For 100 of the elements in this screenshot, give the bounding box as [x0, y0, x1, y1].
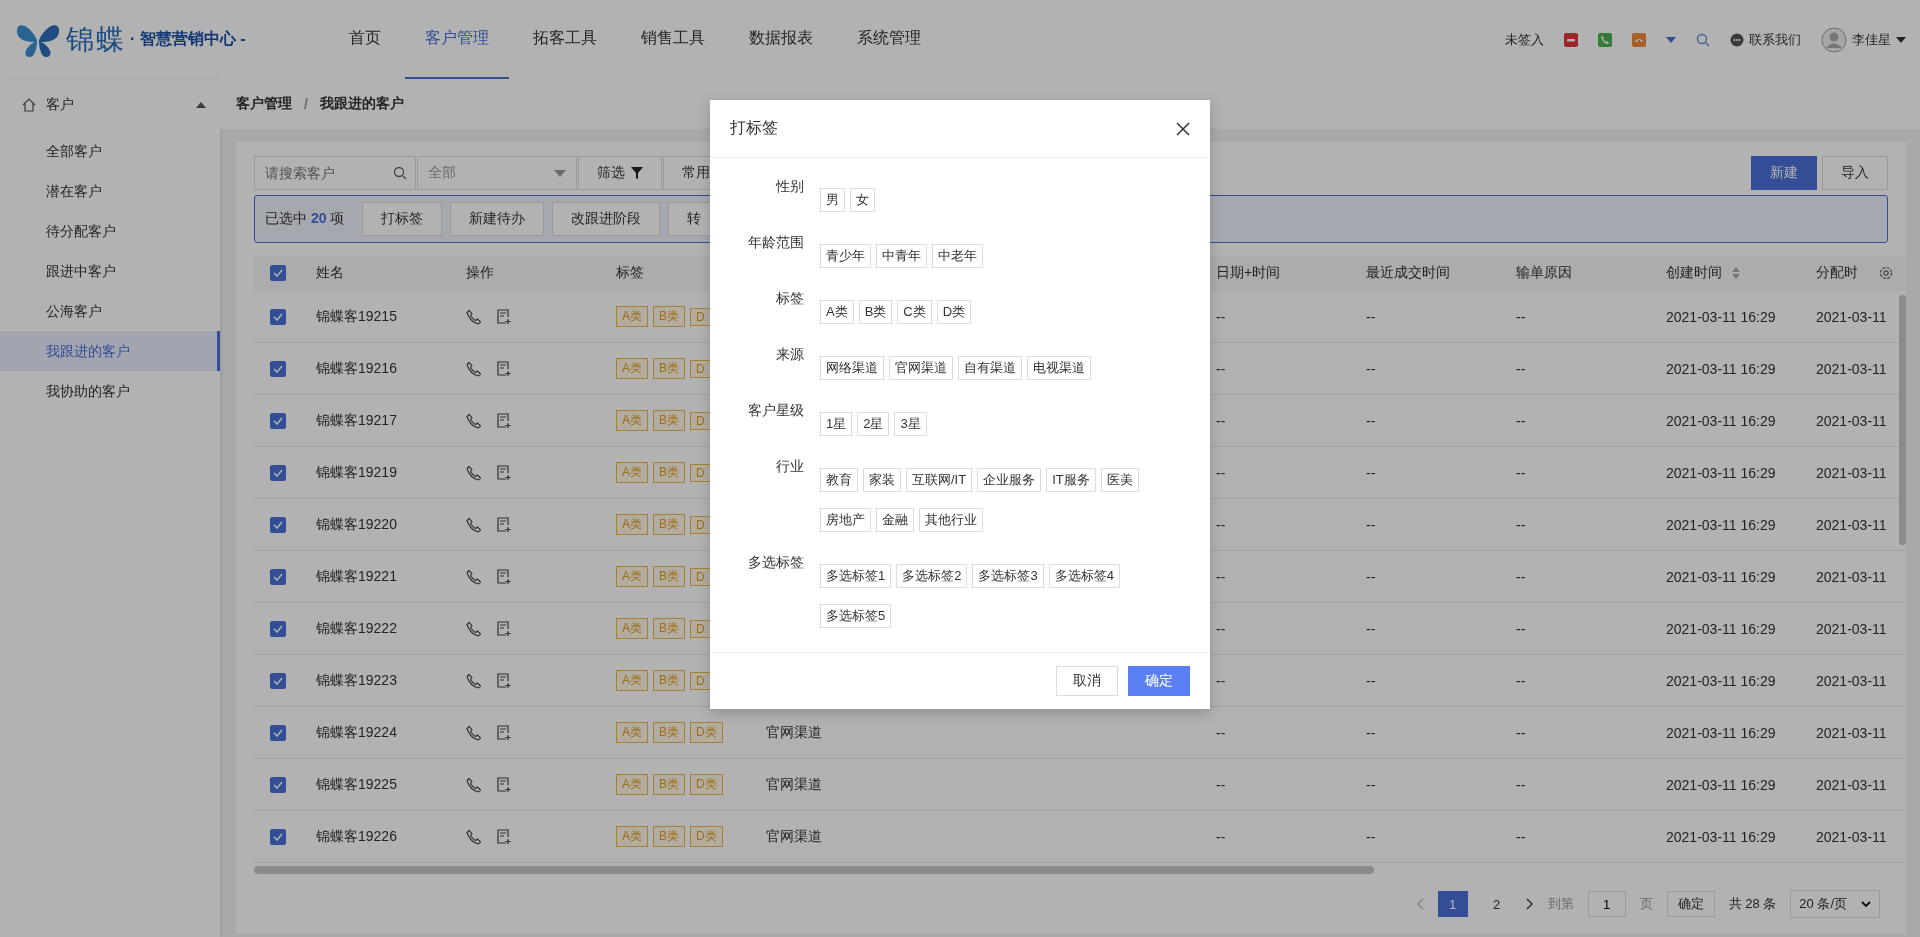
- settings-icon[interactable]: [1878, 265, 1894, 281]
- checkbox[interactable]: [270, 412, 286, 429]
- sidebar-group[interactable]: 客户: [0, 79, 220, 131]
- tag-option[interactable]: C类: [897, 300, 932, 324]
- nav-tab[interactable]: 系统管理: [837, 0, 941, 79]
- add-note-icon[interactable]: [496, 464, 512, 481]
- checkbox[interactable]: [270, 360, 286, 377]
- phone-icon[interactable]: [466, 464, 482, 481]
- tag-option[interactable]: 企业服务: [977, 468, 1042, 492]
- add-note-icon[interactable]: [496, 724, 512, 741]
- scrollbar[interactable]: [254, 866, 1374, 874]
- hang-up-icon[interactable]: [1564, 32, 1578, 47]
- customer-name[interactable]: 锦蝶客19215: [316, 307, 397, 326]
- phone-icon[interactable]: [466, 776, 482, 793]
- tag-option[interactable]: 自有渠道: [958, 356, 1022, 380]
- sidebar-item[interactable]: 我协助的客户: [0, 371, 220, 411]
- tag-option[interactable]: 1星: [820, 412, 853, 436]
- tag-option[interactable]: 中青年: [876, 244, 927, 268]
- cancel-button[interactable]: 取消: [1056, 666, 1118, 696]
- nav-tab[interactable]: 数据报表: [729, 0, 833, 79]
- checkbox[interactable]: [270, 776, 286, 793]
- tag-option[interactable]: IT服务: [1046, 468, 1096, 492]
- add-note-icon[interactable]: [496, 828, 512, 845]
- add-note-icon[interactable]: [496, 672, 512, 689]
- page-input[interactable]: 1: [1587, 891, 1626, 917]
- customer-name[interactable]: 锦蝶客19226: [316, 827, 397, 846]
- action-button[interactable]: 新建: [1751, 156, 1817, 190]
- page-button[interactable]: 1: [1437, 891, 1468, 917]
- nav-tab[interactable]: 销售工具: [621, 0, 725, 79]
- checkbox[interactable]: [270, 672, 286, 689]
- phone-icon[interactable]: [466, 620, 482, 637]
- batch-button[interactable]: 改跟进阶段: [552, 202, 661, 236]
- tag-option[interactable]: A类: [820, 300, 854, 324]
- search-icon[interactable]: [393, 166, 407, 180]
- search-icon[interactable]: [1696, 32, 1710, 47]
- add-note-icon[interactable]: [496, 516, 512, 533]
- customer-name[interactable]: 锦蝶客19224: [316, 723, 397, 742]
- tag-option[interactable]: 电视渠道: [1027, 356, 1091, 380]
- tag-option[interactable]: 中老年: [932, 244, 983, 268]
- add-note-icon[interactable]: [496, 568, 512, 585]
- tag-option[interactable]: 男: [820, 188, 845, 212]
- phone-icon[interactable]: [466, 308, 482, 325]
- tag-option[interactable]: 互联网/IT: [906, 468, 973, 492]
- page-size-select[interactable]: 20 条/页: [1790, 890, 1880, 918]
- phone-icon[interactable]: [1598, 32, 1612, 47]
- customer-name[interactable]: 锦蝶客19217: [316, 411, 397, 430]
- tag-option[interactable]: 3星: [894, 412, 927, 436]
- next-page-icon[interactable]: [1525, 898, 1534, 910]
- checkbox[interactable]: [270, 620, 286, 637]
- phone-icon[interactable]: [466, 568, 482, 585]
- nav-tab[interactable]: 拓客工具: [513, 0, 617, 79]
- sidebar-item[interactable]: 潜在客户: [0, 171, 220, 211]
- avatar-icon[interactable]: [1821, 26, 1847, 53]
- phone-icon[interactable]: [466, 360, 482, 377]
- checkbox[interactable]: [270, 568, 286, 585]
- customer-name[interactable]: 锦蝶客19223: [316, 671, 397, 690]
- tag-option[interactable]: 2星: [857, 412, 890, 436]
- phone-icon[interactable]: [466, 412, 482, 429]
- chat-icon[interactable]: [1730, 32, 1744, 47]
- batch-button[interactable]: 打标签: [362, 202, 443, 236]
- customer-name[interactable]: 锦蝶客19221: [316, 567, 397, 586]
- tag-option[interactable]: 多选标签1: [820, 564, 892, 588]
- action-button[interactable]: 导入: [1822, 156, 1888, 190]
- add-note-icon[interactable]: [496, 776, 512, 793]
- sidebar-item[interactable]: 待分配客户: [0, 211, 220, 251]
- close-icon[interactable]: [1176, 121, 1190, 136]
- tag-option[interactable]: B类: [858, 300, 893, 324]
- add-note-icon[interactable]: [496, 308, 512, 325]
- nav-tab[interactable]: 首页: [329, 0, 401, 79]
- filter-button[interactable]: 筛选: [578, 156, 662, 190]
- batch-button[interactable]: 新建待办: [450, 202, 545, 236]
- scrollbar[interactable]: [1899, 295, 1906, 545]
- phone-icon[interactable]: [466, 672, 482, 689]
- tag-option[interactable]: 家装: [863, 468, 901, 492]
- sidebar-item[interactable]: 跟进中客户: [0, 251, 220, 291]
- tag-option[interactable]: 多选标签2: [896, 564, 968, 588]
- checkbox[interactable]: [270, 516, 286, 533]
- tag-option[interactable]: 多选标签4: [1048, 564, 1120, 588]
- tag-option[interactable]: 医美: [1100, 468, 1139, 492]
- sidebar-item[interactable]: 公海客户: [0, 291, 220, 331]
- add-note-icon[interactable]: [496, 620, 512, 637]
- goto-button[interactable]: 确定: [1666, 891, 1715, 917]
- tag-option[interactable]: 网络渠道: [820, 356, 884, 380]
- tag-option[interactable]: 教育: [820, 468, 858, 492]
- tag-option[interactable]: 女: [850, 188, 875, 212]
- caret-icon[interactable]: [1666, 36, 1676, 43]
- checkbox[interactable]: [270, 265, 286, 281]
- tag-option[interactable]: 官网渠道: [889, 356, 953, 380]
- tag-option[interactable]: 多选标签5: [820, 604, 892, 628]
- phone-icon[interactable]: [466, 516, 482, 533]
- tag-option[interactable]: 多选标签3: [972, 564, 1044, 588]
- customer-name[interactable]: 锦蝶客19216: [316, 359, 397, 378]
- user-name[interactable]: 李佳星: [1852, 30, 1891, 49]
- contact-link[interactable]: 联系我们: [1749, 30, 1801, 49]
- breadcrumb-item[interactable]: 客户管理: [236, 95, 292, 113]
- add-note-icon[interactable]: [496, 412, 512, 429]
- confirm-button[interactable]: 确定: [1128, 666, 1190, 696]
- customer-name[interactable]: 锦蝶客19220: [316, 515, 397, 534]
- phone-icon[interactable]: [466, 828, 482, 845]
- checkbox[interactable]: [270, 308, 286, 325]
